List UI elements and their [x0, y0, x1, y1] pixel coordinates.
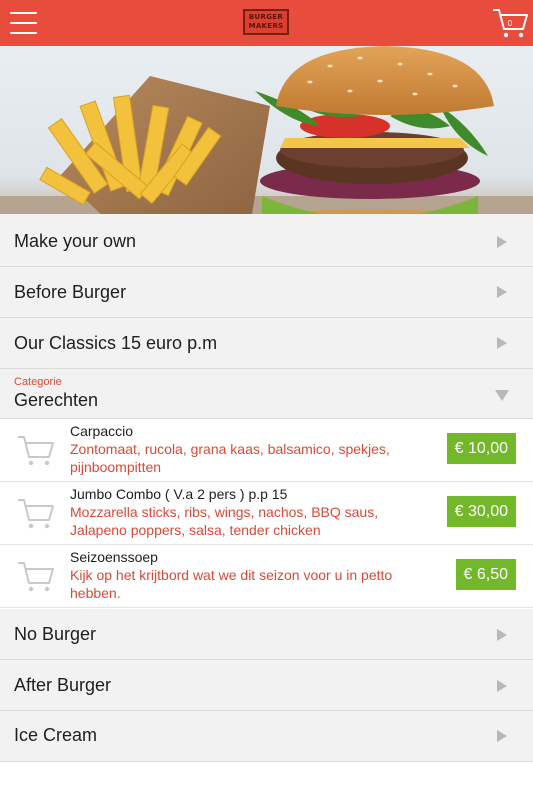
hamburger-menu-icon[interactable]	[10, 12, 37, 34]
hero-image	[0, 46, 533, 232]
category-row-our-classics[interactable]: Our Classics 15 euro p.m	[0, 318, 533, 369]
category-select-caption: Categorie	[14, 376, 62, 388]
chevron-right-icon	[497, 286, 507, 298]
category-label: Before Burger	[14, 282, 127, 302]
category-select-value: Gerechten	[14, 390, 99, 410]
add-to-cart-icon[interactable]	[16, 559, 56, 593]
category-row-ice-cream[interactable]: Ice Cream	[0, 711, 533, 762]
brand-logo[interactable]: BURGER MAKERS	[243, 9, 289, 35]
item-name: Jumbo Combo ( V.a 2 pers ) p.p 15	[70, 486, 288, 502]
shopping-cart-icon[interactable]: 0	[491, 6, 529, 40]
top-bar: BURGER MAKERS 0	[0, 0, 533, 46]
menu-item: Carpaccio Zontomaat, rucola, grana kaas,…	[0, 419, 533, 482]
chevron-right-icon	[497, 337, 507, 349]
category-label: No Burger	[14, 624, 97, 644]
category-select[interactable]: Categorie Gerechten	[0, 369, 533, 419]
item-name: Seizoenssoep	[70, 549, 158, 565]
category-label: Our Classics 15 euro p.m	[14, 333, 218, 353]
chevron-right-icon	[497, 236, 507, 248]
item-price-button[interactable]: € 10,00	[446, 433, 516, 464]
cart-count-badge: 0	[507, 19, 513, 28]
item-description: Mozzarella sticks, ribs, wings, nachos, …	[70, 504, 379, 538]
add-to-cart-icon[interactable]	[16, 496, 56, 530]
chevron-down-icon	[495, 390, 509, 401]
chevron-right-icon	[497, 680, 507, 692]
item-price-button[interactable]: € 6,50	[455, 559, 516, 590]
chevron-right-icon	[497, 730, 507, 742]
item-name: Carpaccio	[70, 423, 134, 439]
menu-item: Jumbo Combo ( V.a 2 pers ) p.p 15 Mozzar…	[0, 482, 533, 545]
item-price-button[interactable]: € 30,00	[446, 496, 516, 527]
hero-overlap	[0, 214, 533, 232]
menu-item: Seizoenssoep Kijk op het krijtbord wat w…	[0, 545, 533, 608]
chevron-right-icon	[497, 629, 507, 641]
category-row-before-burger[interactable]: Before Burger	[0, 267, 533, 318]
category-row-no-burger[interactable]: No Burger	[0, 609, 533, 660]
category-label: Ice Cream	[14, 725, 98, 745]
category-label: After Burger	[14, 675, 112, 695]
category-label: Make your own	[14, 231, 137, 251]
add-to-cart-icon[interactable]	[16, 433, 56, 467]
item-description: Zontomaat, rucola, grana kaas, balsamico…	[70, 441, 390, 475]
item-description: Kijk op het krijtbord wat we dit seizon …	[70, 567, 393, 601]
category-row-after-burger[interactable]: After Burger	[0, 660, 533, 711]
